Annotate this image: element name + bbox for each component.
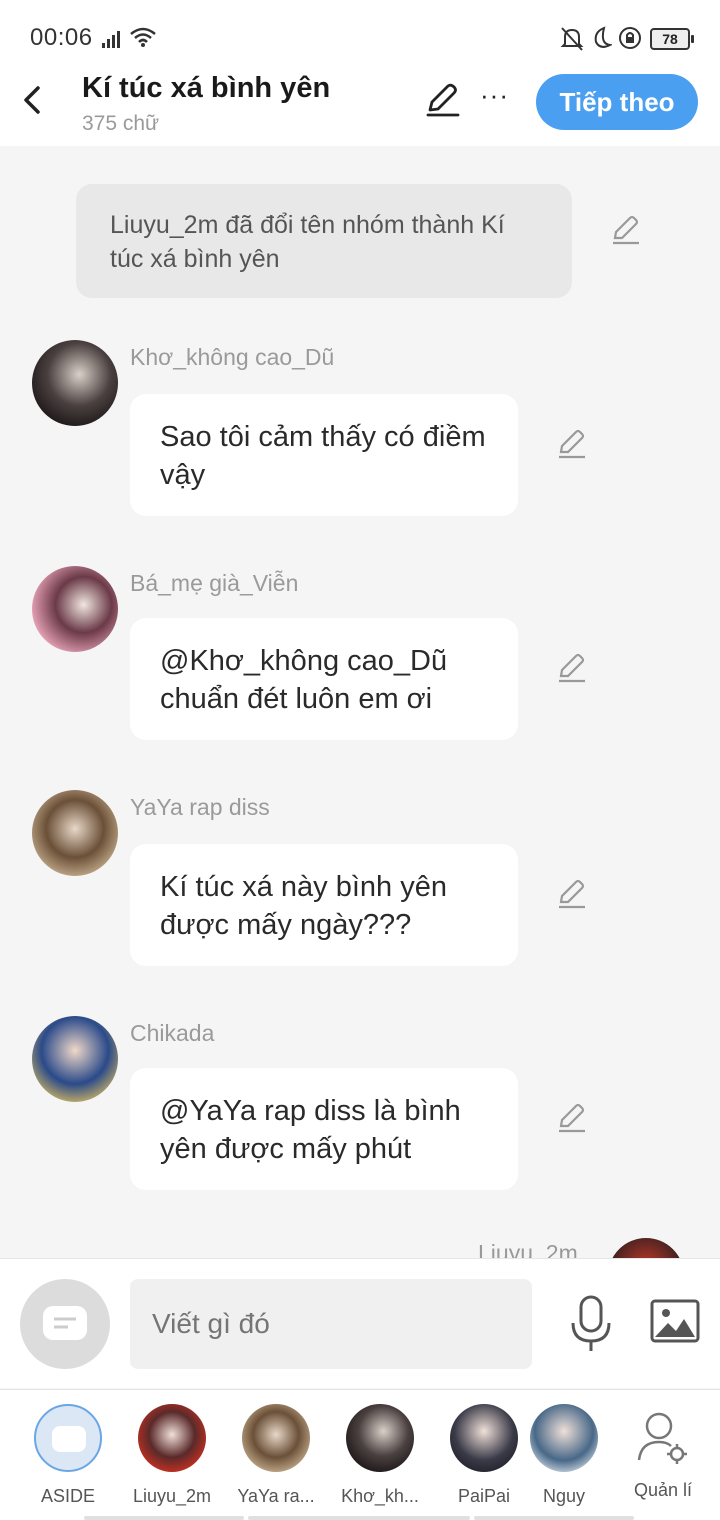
signal-icon (102, 31, 120, 48)
character-item[interactable]: YaYa ra... (226, 1404, 326, 1507)
character-item[interactable]: PaiPai (434, 1404, 534, 1507)
aside-avatar (34, 1404, 102, 1472)
chat-bubble-icon (43, 1306, 87, 1340)
avatar (242, 1404, 310, 1472)
character-bar: ASIDE Liuyu_2m YaYa ra... Khơ_kh... PaiP… (0, 1389, 720, 1520)
chat-area[interactable]: Liuyu_2m đã đổi tên nhóm thành Kí túc xá… (0, 146, 720, 1258)
character-label: Nguy (542, 1486, 586, 1506)
sender-name: Khơ_không cao_Dũ (130, 344, 335, 370)
status-bar: 00:06 78 (0, 0, 720, 70)
edit-pencil-icon[interactable] (610, 214, 642, 246)
edit-pencil-icon[interactable] (556, 428, 588, 460)
aside-toggle-button[interactable] (20, 1279, 110, 1369)
avatar (138, 1404, 206, 1472)
chat-header: Kí túc xá bình yên 375 chữ ··· Tiếp theo (0, 70, 720, 146)
word-count: 375 chữ (82, 112, 160, 135)
user-settings-icon (637, 1412, 687, 1464)
wifi-icon (130, 27, 156, 47)
character-aside[interactable]: ASIDE (18, 1404, 118, 1507)
avatar[interactable] (32, 340, 118, 426)
avatar (530, 1404, 598, 1472)
system-message: Liuyu_2m đã đổi tên nhóm thành Kí túc xá… (76, 184, 572, 298)
scroll-indicator (248, 1516, 470, 1520)
avatar[interactable] (32, 566, 118, 652)
message-bubble[interactable]: Sao tôi cảm thấy có điềm vậy (130, 394, 518, 516)
sender-name: Chikada (130, 1020, 215, 1046)
message-input[interactable] (130, 1279, 532, 1369)
character-label: ASIDE (40, 1486, 96, 1506)
manage-button[interactable]: Quản lí (618, 1404, 708, 1501)
manage-label: Quản lí (633, 1480, 693, 1500)
back-arrow-icon[interactable] (18, 82, 48, 118)
edit-title-icon[interactable] (424, 82, 462, 118)
character-label: PaiPai (457, 1486, 511, 1506)
avatar[interactable] (32, 790, 118, 876)
battery-indicator: 78 (650, 28, 694, 50)
scroll-indicator (474, 1516, 634, 1520)
avatar (450, 1404, 518, 1472)
input-bar (0, 1258, 720, 1388)
edit-pencil-icon[interactable] (556, 1102, 588, 1134)
edit-pencil-icon[interactable] (556, 878, 588, 910)
character-item[interactable]: Nguy (524, 1404, 604, 1507)
avatar[interactable] (608, 1238, 684, 1258)
character-label: Khơ_kh... (341, 1486, 419, 1506)
bell-muted-icon (560, 27, 584, 51)
character-item[interactable]: Khơ_kh... (330, 1404, 430, 1507)
moon-icon (594, 26, 612, 48)
message-bubble[interactable]: Kí túc xá này bình yên được mấy ngày??? (130, 844, 518, 966)
sender-name: Bá_mẹ già_Viễn (130, 570, 299, 596)
sender-name: YaYa rap diss (130, 794, 270, 820)
avatar (346, 1404, 414, 1472)
next-button[interactable]: Tiếp theo (536, 74, 698, 130)
character-label: YaYa ra... (237, 1486, 315, 1506)
sender-name: Liuyu_2m (478, 1240, 578, 1258)
message-bubble[interactable]: @Khơ_không cao_Dũ chuẩn đét luôn em ơi (130, 618, 518, 740)
character-label: Liuyu_2m (132, 1486, 212, 1506)
status-time: 00:06 (30, 24, 93, 51)
lock-rotation-icon (619, 27, 641, 49)
microphone-icon[interactable] (568, 1295, 614, 1353)
more-options-icon[interactable]: ··· (480, 82, 512, 110)
character-item[interactable]: Liuyu_2m (122, 1404, 222, 1507)
page-title: Kí túc xá bình yên (82, 72, 331, 104)
edit-pencil-icon[interactable] (556, 652, 588, 684)
chat-bubble-icon (52, 1426, 86, 1452)
scroll-indicator (84, 1516, 244, 1520)
message-bubble[interactable]: @YaYa rap diss là bình yên được mấy phút (130, 1068, 518, 1190)
avatar[interactable] (32, 1016, 118, 1102)
image-icon[interactable] (650, 1299, 700, 1343)
